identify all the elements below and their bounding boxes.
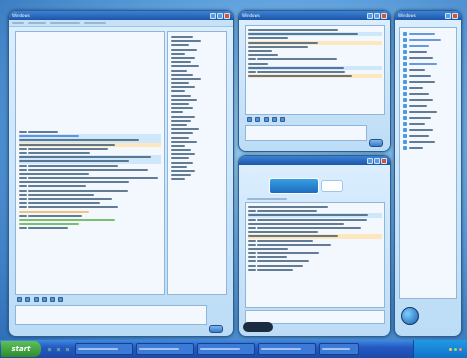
maximize-icon[interactable] (217, 12, 223, 19)
chat-messages (19, 130, 161, 231)
tray-icon[interactable] (449, 347, 452, 351)
folder-icon[interactable] (65, 346, 70, 352)
maximize-icon[interactable] (374, 12, 380, 19)
channel-list[interactable] (399, 27, 457, 299)
bold-icon[interactable] (255, 117, 261, 122)
chat-line (248, 268, 382, 272)
italic-icon[interactable] (263, 117, 269, 122)
minimize-icon[interactable] (367, 157, 373, 164)
channel-messages (246, 203, 384, 274)
private-message-input[interactable] (245, 125, 367, 141)
channel-list-items (400, 28, 456, 154)
send-button[interactable] (209, 325, 223, 333)
close-icon[interactable] (381, 157, 387, 164)
tray-icon[interactable] (459, 347, 462, 351)
chat-line (19, 226, 161, 230)
user-item[interactable] (171, 177, 223, 181)
emoticon-icon[interactable] (280, 117, 286, 122)
channel-list-titlebar[interactable]: Windows (395, 11, 461, 20)
main-window-title: Windows (12, 13, 30, 18)
bold-icon[interactable] (25, 297, 31, 302)
image-icon[interactable] (58, 297, 64, 302)
user-list-items (168, 32, 226, 185)
globe-icon[interactable] (401, 307, 419, 325)
private-chat-log[interactable] (245, 25, 385, 115)
tray-icon[interactable] (454, 347, 457, 351)
font-icon[interactable] (17, 297, 22, 302)
media-icon[interactable] (56, 346, 61, 352)
color-icon[interactable] (41, 297, 47, 302)
channel-list-title: Windows (398, 13, 416, 18)
channel-window-titlebar[interactable] (239, 156, 390, 165)
chat-log[interactable] (15, 31, 165, 295)
private-messages (246, 26, 384, 80)
menu-item[interactable] (84, 22, 106, 24)
quick-launch (47, 346, 72, 352)
browser-icon[interactable] (47, 346, 52, 352)
menu-item[interactable] (50, 22, 80, 24)
private-toolbar (247, 117, 287, 123)
close-icon[interactable] (381, 12, 387, 19)
font-icon[interactable] (247, 117, 252, 122)
message-input[interactable] (15, 305, 207, 325)
menu-item[interactable] (12, 22, 24, 24)
maximize-icon[interactable] (374, 157, 380, 164)
italic-icon[interactable] (33, 297, 39, 302)
taskbar-task[interactable] (197, 343, 255, 355)
minimize-icon[interactable] (210, 12, 216, 19)
private-send-button[interactable] (369, 139, 383, 147)
channel-banner-secondary (321, 180, 343, 192)
main-chat-window[interactable]: Windows (8, 10, 234, 337)
close-icon[interactable] (452, 12, 458, 19)
minimize-icon[interactable] (367, 12, 373, 19)
chat-line (248, 74, 382, 79)
private-window-title: Windows (242, 13, 260, 18)
channel-window[interactable] (238, 155, 391, 337)
taskbar-task[interactable] (136, 343, 194, 355)
start-label: start (11, 345, 31, 353)
chat-line (248, 213, 382, 218)
menu-item[interactable] (28, 22, 46, 24)
private-window-titlebar[interactable]: Windows (239, 11, 390, 20)
close-icon[interactable] (224, 12, 230, 19)
user-list[interactable] (167, 31, 227, 295)
channel-chat-log[interactable] (245, 202, 385, 308)
system-tray (413, 340, 467, 358)
channel-banner (269, 178, 319, 194)
emoticon-icon[interactable] (50, 297, 56, 302)
minimize-icon[interactable] (445, 12, 451, 19)
channel-subbar (247, 196, 287, 201)
main-window-titlebar[interactable]: Windows (9, 11, 233, 20)
channel-list-window[interactable]: Windows (394, 10, 462, 337)
main-menubar (9, 20, 233, 27)
start-button[interactable]: start (1, 341, 41, 357)
taskbar-task[interactable] (75, 343, 133, 355)
private-chat-window[interactable]: Windows (238, 10, 391, 152)
taskbar: start (0, 340, 467, 358)
channel-footer-control[interactable] (243, 322, 273, 332)
taskbar-task[interactable] (258, 343, 316, 355)
taskbar-task[interactable] (319, 343, 359, 355)
channel-item[interactable] (403, 145, 453, 151)
format-toolbar (17, 297, 65, 303)
color-icon[interactable] (271, 117, 277, 122)
